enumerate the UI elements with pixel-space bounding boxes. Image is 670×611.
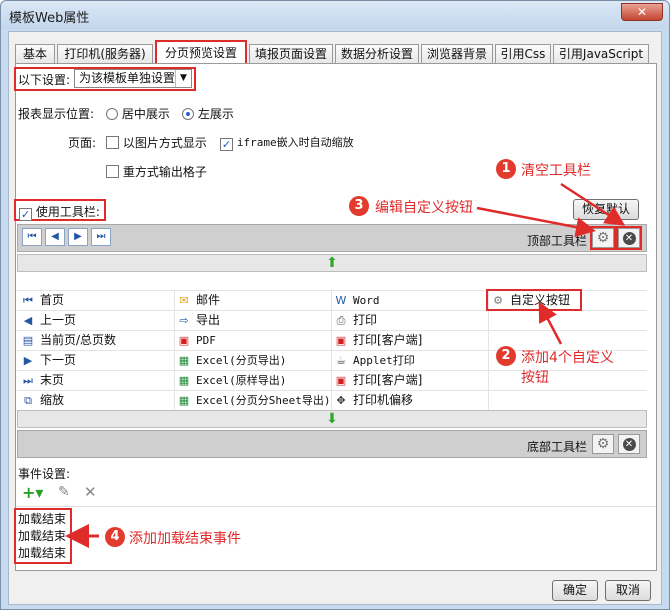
annotation-2-badge: 2 — [496, 346, 516, 366]
arrow-2 — [538, 301, 563, 345]
dialog-window: 模板Web属性 ✕ 基本 打印机(服务器) 分页预览设置 填报页面设置 数据分析… — [0, 0, 670, 610]
arrow-1 — [560, 182, 626, 226]
annotation-3-badge: 3 — [349, 196, 369, 216]
annotation-4-text: 添加加载结束事件 — [129, 531, 241, 547]
annotation-arrows — [65, 182, 626, 548]
arrow-3 — [476, 206, 596, 237]
annotation-2-text: 添加4个自定义 — [521, 350, 614, 366]
annotation-3-text: 编辑自定义按钮 — [375, 200, 473, 216]
annotation-1-text: 清空工具栏 — [521, 163, 591, 179]
annotation-1-badge: 1 — [496, 159, 516, 179]
annotation-4-badge: 4 — [105, 527, 125, 547]
annotation-2-text-line2: 按钮 — [521, 370, 549, 386]
